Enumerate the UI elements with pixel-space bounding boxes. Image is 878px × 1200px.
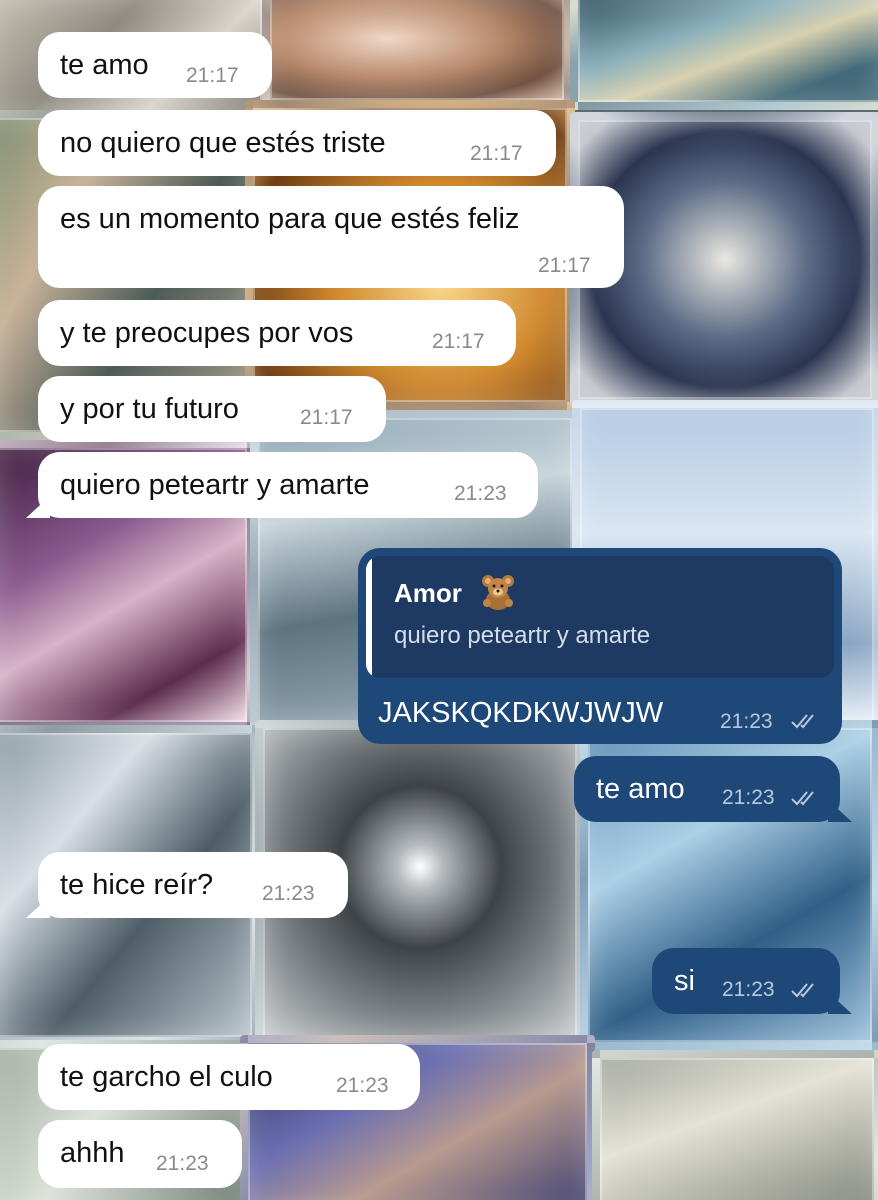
message-time: 21:23 <box>156 1152 209 1175</box>
reply-quote[interactable]: Amor quiero peteartr y amarte <box>366 556 834 678</box>
wallpaper-tile <box>262 0 572 108</box>
message-time: 21:17 <box>470 142 523 165</box>
message-time: 21:17 <box>186 64 239 87</box>
message-text: es un momento para que estés feliz <box>60 203 520 235</box>
teddy-bear-icon <box>478 572 518 612</box>
reply-sender-name: Amor <box>394 578 462 608</box>
message-incoming[interactable]: ahhh 21:23 <box>38 1120 242 1188</box>
message-text: si <box>674 965 695 997</box>
message-incoming[interactable]: te amo 21:17 <box>38 32 272 98</box>
read-double-check-icon <box>791 791 814 806</box>
message-time: 21:23 <box>722 786 775 809</box>
message-outgoing[interactable]: te amo 21:23 <box>574 756 852 822</box>
message-text: y por tu futuro <box>60 393 239 425</box>
message-text: y te preocupes por vos <box>60 317 354 349</box>
message-time: 21:23 <box>720 710 773 733</box>
message-text: te garcho el culo <box>60 1061 273 1093</box>
reply-accent-bar <box>366 556 372 678</box>
message-text: no quiero que estés triste <box>60 127 386 159</box>
message-time: 21:23 <box>454 482 507 505</box>
message-time: 21:17 <box>538 254 591 277</box>
message-time: 21:23 <box>336 1074 389 1097</box>
wallpaper-tile <box>592 1050 878 1200</box>
message-time: 21:17 <box>300 406 353 429</box>
message-text: te amo <box>596 773 685 805</box>
reply-text: quiero peteartr y amarte <box>394 622 651 649</box>
message-incoming[interactable]: quiero peteartr y amarte 21:23 <box>26 452 538 518</box>
message-incoming[interactable]: te garcho el culo 21:23 <box>38 1044 420 1110</box>
message-incoming[interactable]: y te preocupes por vos 21:17 <box>38 300 516 366</box>
message-text: te hice reír? <box>60 869 214 901</box>
read-double-check-icon <box>791 714 814 729</box>
message-text: ahhh <box>60 1137 125 1169</box>
message-outgoing[interactable]: si 21:23 <box>652 948 852 1014</box>
message-incoming[interactable]: es un momento para que estés feliz 21:17 <box>38 186 624 288</box>
message-incoming[interactable]: te hice reír? 21:23 <box>26 852 348 918</box>
message-incoming[interactable]: no quiero que estés triste 21:17 <box>38 110 556 176</box>
wallpaper-tile <box>570 0 878 110</box>
message-time: 21:17 <box>432 330 485 353</box>
message-text: JAKSKQKDKWJWJW <box>378 697 664 729</box>
message-text: quiero peteartr y amarte <box>60 469 370 501</box>
message-incoming[interactable]: y por tu futuro 21:17 <box>38 376 386 442</box>
message-time: 21:23 <box>262 882 315 905</box>
message-outgoing[interactable]: Amor quiero peteartr y amarte JAKSKQKDKW… <box>358 548 842 744</box>
read-double-check-icon <box>791 983 814 998</box>
message-time: 21:23 <box>722 978 775 1001</box>
message-text: te amo <box>60 49 149 81</box>
